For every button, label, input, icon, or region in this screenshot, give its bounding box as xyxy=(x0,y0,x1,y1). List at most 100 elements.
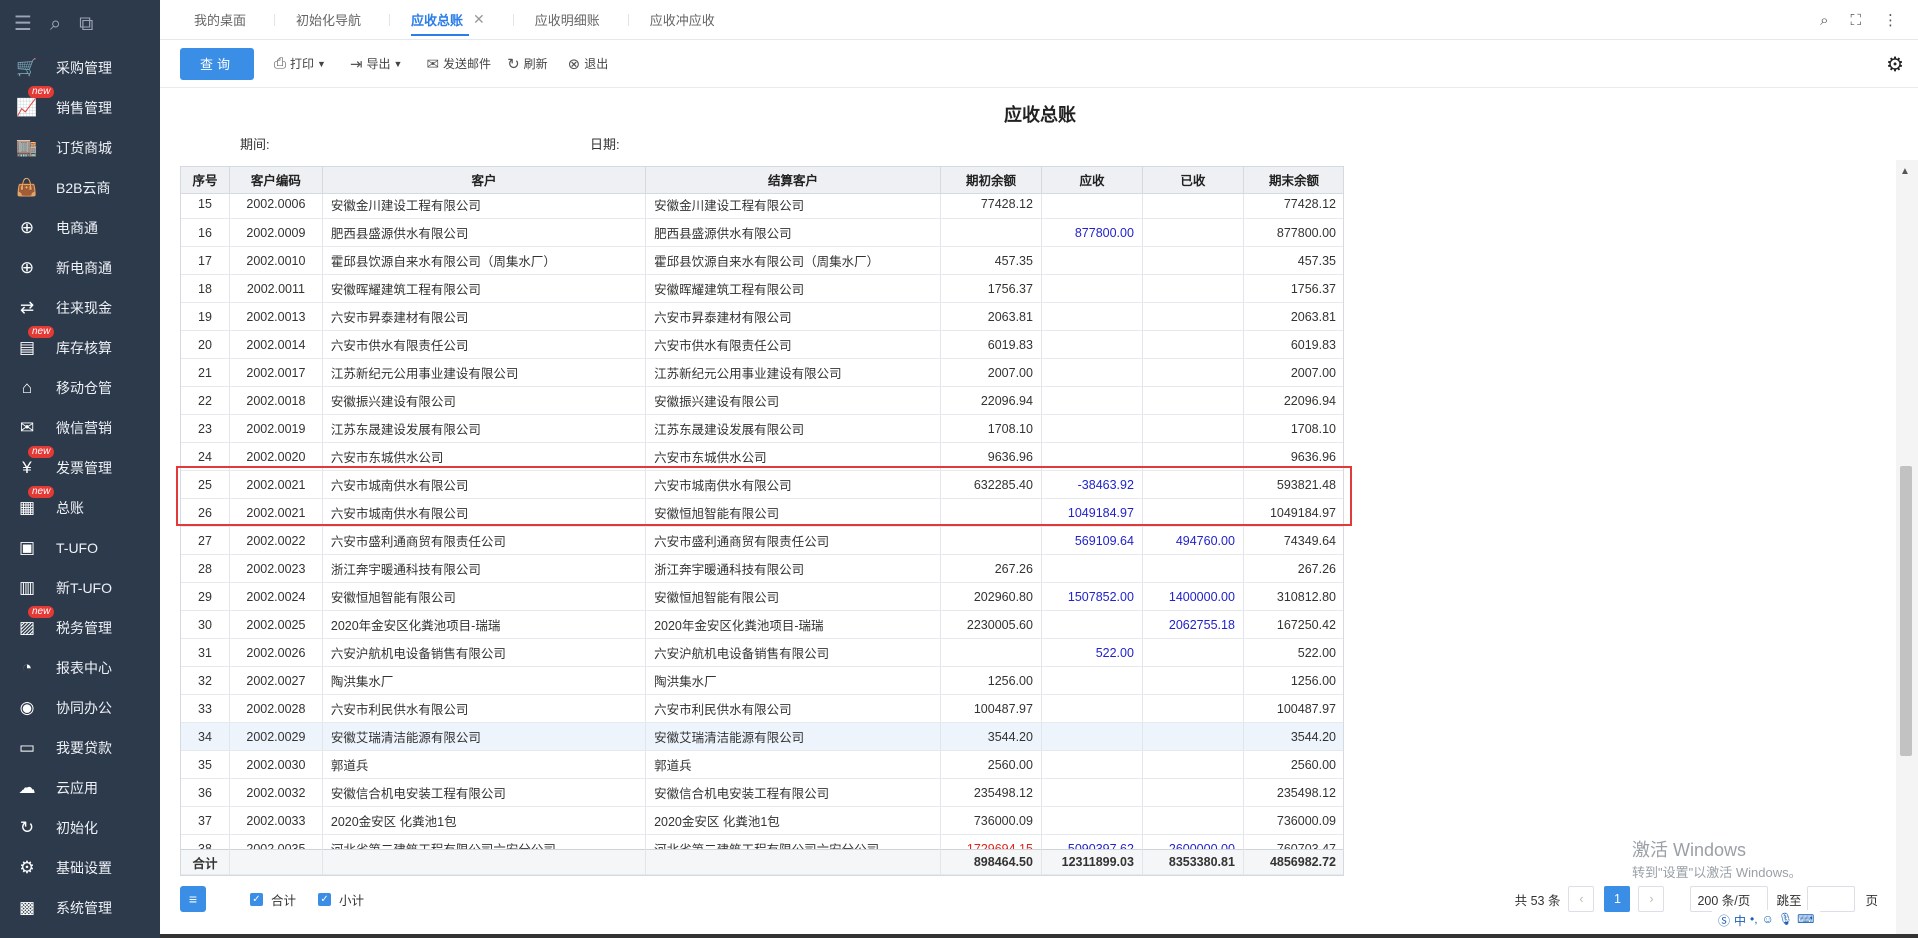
column-header[interactable]: 已收 xyxy=(1142,167,1244,194)
sidebar-item-12[interactable]: ▣ T-UFO xyxy=(0,528,160,568)
menu-icon[interactable]: ☰ xyxy=(14,14,32,34)
sidebar-item-10[interactable]: ¥ 发票管理 new xyxy=(0,446,160,488)
tab-2[interactable]: 应收总账 ✕ xyxy=(377,0,501,40)
sidebar-item-9[interactable]: ✉ 微信营销 xyxy=(0,408,160,448)
current-page[interactable]: 1 xyxy=(1604,886,1631,912)
sidebar-item-15[interactable]: ◔ 报表中心 xyxy=(0,648,160,688)
table-row[interactable]: 22 2002.0018 安徽振兴建设有限公司 安徽振兴建设有限公司 22096.94 2… xyxy=(181,386,1343,415)
column-header[interactable]: 期末余额 xyxy=(1243,167,1343,194)
gear-icon[interactable]: ⚙ xyxy=(1886,52,1904,77)
search-icon[interactable]: ⌕ xyxy=(1820,12,1828,29)
table-row[interactable]: 35 2002.0030 郭道兵 郭道兵 2560.00 2560.00 xyxy=(181,750,1343,779)
export-button[interactable]: ⇥ 导出 ▼ xyxy=(350,55,403,73)
sidebar-item-16[interactable]: ◉ 协同办公 xyxy=(0,688,160,728)
page-size-select[interactable]: 200 条/页 xyxy=(1690,886,1769,912)
query-button[interactable]: 查询 xyxy=(180,47,254,80)
table-row[interactable]: 31 2002.0026 六安沪航机电设备销售有限公司 六安沪航机电设备销售有限公司 5… xyxy=(181,638,1343,667)
table-row[interactable]: 30 2002.0025 2020年金安区化粪池项目-瑞瑞 2020年金安区化粪池项目… xyxy=(181,610,1343,639)
sidebar-item-13[interactable]: ▥ 新T-UFO xyxy=(0,568,160,608)
checkbox-subtotal[interactable]: ✓ 小计 xyxy=(318,890,364,909)
tab-3[interactable]: 应收明细账 xyxy=(501,0,616,40)
search-icon[interactable]: ⌕ xyxy=(50,14,61,34)
cell-open: 1708.10 xyxy=(940,414,1042,443)
table-row[interactable]: 17 2002.0010 霍邱县饮源自来水有限公司（周集水厂） 霍邱县饮源自来水有限公… xyxy=(181,246,1343,275)
prev-page-button[interactable]: ‹ xyxy=(1568,886,1595,912)
table-row[interactable]: 36 2002.0032 安徽信合机电安装工程有限公司 安徽信合机电安装工程有限公司 2… xyxy=(181,778,1343,807)
new-window-icon[interactable]: ⧉ xyxy=(79,14,93,34)
table-row[interactable]: 19 2002.0013 六安市昇泰建材有限公司 六安市昇泰建材有限公司 2063.81… xyxy=(181,302,1343,331)
cell-recv xyxy=(1041,750,1143,779)
sidebar-item-8[interactable]: ⌂ 移动仓管 xyxy=(0,368,160,408)
table-row[interactable]: 20 2002.0014 六安市供水有限责任公司 六安市供水有限责任公司 6019.83… xyxy=(181,330,1343,359)
next-page-button[interactable]: › xyxy=(1638,886,1665,912)
table-row[interactable]: 15 2002.0006 安徽金川建设工程有限公司 安徽金川建设工程有限公司 77428… xyxy=(181,193,1343,219)
cell-code: 2002.0032 xyxy=(229,778,323,807)
column-header[interactable]: 应收 xyxy=(1041,167,1143,194)
sidebar-item-17[interactable]: ▭ 我要贷款 xyxy=(0,728,160,768)
table-row[interactable]: 34 2002.0029 安徽艾瑞清洁能源有限公司 安徽艾瑞清洁能源有限公司 3544.… xyxy=(181,722,1343,751)
sidebar-item-20[interactable]: ⚙ 基础设置 xyxy=(0,848,160,888)
column-header[interactable]: 期初余额 xyxy=(940,167,1042,194)
table-row[interactable]: 37 2002.0033 2020金安区 化粪池1包 2020金安区 化粪池1包 736… xyxy=(181,806,1343,835)
cell-settle: 安徽恒旭智能有限公司 xyxy=(645,582,941,611)
goto-input[interactable] xyxy=(1807,886,1856,912)
sidebar-item-6[interactable]: ⇄ 往来现金 xyxy=(0,288,160,328)
sidebar-item-14[interactable]: ▨ 税务管理 new xyxy=(0,606,160,648)
column-header[interactable]: 客户编码 xyxy=(229,167,323,194)
sidebar-item-21[interactable]: ▩ 系统管理 xyxy=(0,888,160,928)
sidebar-item-7[interactable]: ▤ 库存核算 new xyxy=(0,326,160,368)
more-icon[interactable]: ⋮ xyxy=(1883,11,1898,29)
cell-code: 2002.0022 xyxy=(229,526,323,555)
table-row[interactable]: 32 2002.0027 陶洪集水厂 陶洪集水厂 1256.00 1256.00 xyxy=(181,666,1343,695)
list-toggle-button[interactable]: ≡ xyxy=(180,886,206,912)
table-row[interactable]: 21 2002.0017 江苏新纪元公用事业建设有限公司 江苏新纪元公用事业建设有限公… xyxy=(181,358,1343,387)
cell-settle: 浙江奔宇暖通科技有限公司 xyxy=(645,554,941,583)
fullscreen-icon[interactable]: ⛶ xyxy=(1850,12,1861,29)
print-button[interactable]: ⎙ 打印 ▼ xyxy=(274,55,326,72)
send-mail-button[interactable]: ✉ 发送邮件 xyxy=(426,55,491,73)
table-row[interactable]: 16 2002.0009 肥西县盛源供水有限公司 肥西县盛源供水有限公司 877800.… xyxy=(181,218,1343,247)
column-header[interactable]: 序号 xyxy=(181,167,230,194)
table-row[interactable]: 27 2002.0022 六安市盛利通商贸有限责任公司 六安市盛利通商贸有限责任公司 5… xyxy=(181,526,1343,555)
cell-close: 736000.09 xyxy=(1243,806,1343,835)
sidebar-item-5[interactable]: ⊕ 新电商通 xyxy=(0,248,160,288)
table-row[interactable]: 18 2002.0011 安徽晖耀建筑工程有限公司 安徽晖耀建筑工程有限公司 1756.… xyxy=(181,274,1343,303)
table-row[interactable]: 33 2002.0028 六安市利民供水有限公司 六安市利民供水有限公司 100487.… xyxy=(181,694,1343,723)
scroll-thumb[interactable] xyxy=(1900,466,1912,756)
cell-recv xyxy=(1041,302,1143,331)
table-row[interactable]: 24 2002.0020 六安市东城供水公司 六安市东城供水公司 9636.96 9636… xyxy=(181,442,1343,471)
table-row[interactable]: 29 2002.0024 安徽恒旭智能有限公司 安徽恒旭智能有限公司 202960.80… xyxy=(181,582,1343,611)
scroll-up-icon[interactable]: ▲ xyxy=(1900,166,1910,177)
system-icon: ▩ xyxy=(18,898,36,917)
sidebar-item-4[interactable]: ⊕ 电商通 xyxy=(0,208,160,248)
table-row[interactable]: 28 2002.0023 浙江奔宇暖通科技有限公司 浙江奔宇暖通科技有限公司 267.2… xyxy=(181,554,1343,583)
column-header[interactable]: 客户 xyxy=(322,167,647,194)
tab-0[interactable]: 我的桌面 xyxy=(160,0,262,40)
tab-1[interactable]: 初始化导航 xyxy=(262,0,377,40)
tab-4[interactable]: 应收冲应收 xyxy=(616,0,731,40)
cell-close: 3544.20 xyxy=(1243,722,1343,751)
refresh-button[interactable]: ↻ 刷新 xyxy=(507,55,548,73)
sidebar-item-0[interactable]: 🛒 采购管理 xyxy=(0,48,160,88)
sidebar-item-11[interactable]: ▦ 总账 new xyxy=(0,486,160,528)
sidebar-item-3[interactable]: 👜 B2B云商 xyxy=(0,168,160,208)
sidebar-item-1[interactable]: 📈 销售管理 new xyxy=(0,86,160,128)
sidebar-item-19[interactable]: ↻ 初始化 xyxy=(0,808,160,848)
column-header[interactable]: 结算客户 xyxy=(645,167,941,194)
table-row[interactable]: 23 2002.0019 江苏东晟建设发展有限公司 江苏东晟建设发展有限公司 1708.… xyxy=(181,414,1343,443)
checkbox-total[interactable]: ✓ 合计 xyxy=(250,890,296,909)
exit-button[interactable]: ⊗ 退出 xyxy=(568,55,609,73)
close-icon[interactable]: ✕ xyxy=(473,11,485,28)
page-size-value: 200 条/页 xyxy=(1697,893,1751,908)
table-row[interactable]: 26 2002.0021 六安市城南供水有限公司 安徽恒旭智能有限公司 1049184.… xyxy=(181,498,1343,527)
windows-activation-hint: 转到"设置"以激活 Windows。 xyxy=(1632,865,1802,880)
vertical-scrollbar[interactable]: ▲ ▼ xyxy=(1896,160,1918,938)
sidebar-item-2[interactable]: 🏬 订货商城 xyxy=(0,128,160,168)
cell-settle: 六安市利民供水有限公司 xyxy=(645,694,941,723)
sidebar-item-18[interactable]: ☁ 云应用 xyxy=(0,768,160,808)
cell-no: 19 xyxy=(181,302,230,331)
table-row[interactable]: 25 2002.0021 六安市城南供水有限公司 六安市城南供水有限公司 632285.… xyxy=(181,470,1343,499)
cell-recv: 1049184.97 xyxy=(1041,498,1143,527)
table-body[interactable]: 15 2002.0006 安徽金川建设工程有限公司 安徽金川建设工程有限公司 77428… xyxy=(181,193,1343,852)
ime-toolbar[interactable]: Ⓢ 中 •, ☺ 🎙 ⌨ xyxy=(1712,910,1821,932)
